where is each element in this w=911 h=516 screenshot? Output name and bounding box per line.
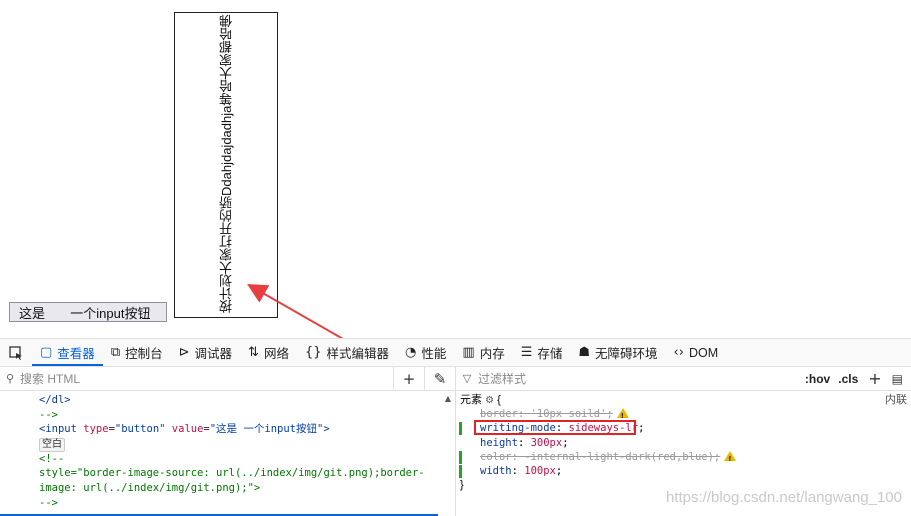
tab-label: 性能 (421, 347, 447, 361)
changed-marker (459, 450, 462, 464)
eyedropper-icon[interactable]: ✎ (424, 367, 455, 390)
changed-marker (459, 464, 462, 478)
tab-debugger[interactable]: ⊳ 调试器 (171, 339, 240, 366)
html-panel: ⚲ 搜索 HTML + ✎ ▲ </dl> --> <input type="b… (0, 367, 456, 516)
vertical-text-box: 按计划大家打开的骄Ddahjdajdadhja等哈大家都哈佛 (174, 12, 278, 318)
rules-filter-bar: ▽ 过滤样式 :hov .cls + ▤ (456, 367, 911, 391)
tab-dom[interactable]: ‹› DOM (666, 339, 727, 366)
tab-storage[interactable]: ☰ 存储 (513, 339, 571, 366)
tab-label: DOM (688, 345, 719, 360)
hov-toggle[interactable]: :hov (801, 372, 834, 386)
tree-line[interactable]: </dl> (39, 393, 455, 408)
search-icon: ⚲ (5, 372, 15, 385)
debugger-icon: ⊳ (178, 345, 190, 360)
page-input-button[interactable]: 这是 一个input按钮 (9, 302, 167, 322)
tree-line[interactable]: image: url(../index/img/git.png);"> (39, 481, 455, 496)
tab-network[interactable]: ⇅ 网络 (240, 339, 297, 366)
style-editor-icon: {} (304, 345, 322, 360)
rule-selector: 元素 ⚙ { (460, 394, 501, 406)
rules-list: 内联 元素 ⚙ { border: '10px soild'; writing-… (456, 391, 911, 492)
tree-line[interactable]: --> (39, 408, 455, 423)
rules-filter-input[interactable]: 过滤样式 (478, 370, 801, 387)
filter-icon: ▽ (462, 372, 472, 385)
memory-icon: ▥ (462, 345, 475, 360)
cls-toggle[interactable]: .cls (834, 372, 862, 386)
tree-line[interactable]: 空白 (39, 437, 455, 452)
tree-line[interactable]: style="border-image-source: url(../index… (39, 466, 455, 481)
tab-label: 控制台 (125, 347, 163, 361)
tab-label: 调试器 (194, 347, 233, 361)
console-icon: ⧉ (110, 345, 121, 360)
tab-style-editor[interactable]: {} 样式编辑器 (297, 339, 397, 366)
accessibility-icon: ☗ (578, 345, 591, 360)
tree-line[interactable]: --> (39, 496, 455, 511)
tab-inspector[interactable]: ▢ 查看器 (32, 339, 103, 366)
warning-icon (616, 408, 629, 423)
watermark: https://blog.csdn.net/langwang_100 (665, 489, 902, 506)
page-viewport: 按计划大家打开的骄Ddahjdajdadhja等哈大家都哈佛 这是 一个inpu… (0, 0, 911, 338)
gear-icon[interactable]: ⚙ (485, 395, 494, 406)
rule-declaration[interactable]: width: 100px; (456, 464, 911, 478)
tab-performance[interactable]: ◔ 性能 (397, 339, 454, 366)
tree-line[interactable]: <!-- (39, 452, 455, 467)
rule-declaration-writing-mode[interactable]: writing-mode: sideways-lr; (456, 420, 911, 436)
inspector-icon: ▢ (40, 345, 53, 360)
element-picker-icon[interactable] (0, 339, 32, 366)
add-node-icon[interactable]: + (393, 367, 424, 390)
tab-label: 网络 (263, 347, 289, 361)
rules-panel: ▽ 过滤样式 :hov .cls + ▤ 内联 元素 ⚙ { border: '… (456, 367, 911, 516)
vertical-text: 按计划大家打开的骄Ddahjdajdadhja等哈大家都哈佛 (219, 14, 234, 313)
tree-line-input[interactable]: <input type="button" value="这是 一个input按钮… (39, 422, 455, 437)
whitespace-badge: 空白 (39, 437, 65, 452)
rule-declaration[interactable]: border: '10px soild'; (456, 407, 911, 423)
rule-declaration[interactable]: color: -internal-light-dark(red,blue); (456, 450, 911, 466)
html-tree: </dl> --> <input type="button" value="这是… (0, 391, 455, 510)
devtools-toolbar: ▢ 查看器 ⧉ 控制台 ⊳ 调试器 ⇅ 网络 {} 样式编辑器 ◔ 性能 ▥ 内… (0, 338, 911, 367)
storage-icon: ☰ (520, 345, 533, 360)
changed-marker (459, 422, 462, 436)
network-icon: ⇅ (248, 345, 259, 360)
add-rule-icon[interactable]: + (862, 369, 887, 388)
html-search-input[interactable]: 搜索 HTML (20, 370, 393, 387)
tab-label: 存储 (537, 347, 563, 361)
print-media-icon[interactable]: ▤ (888, 372, 911, 386)
tab-accessibility[interactable]: ☗ 无障碍环境 (570, 339, 665, 366)
warning-icon (724, 450, 737, 466)
tab-console[interactable]: ⧉ 控制台 (103, 339, 171, 366)
dom-icon: ‹› (673, 345, 684, 360)
html-search-bar: ⚲ 搜索 HTML + ✎ (0, 367, 455, 391)
tab-label: 无障碍环境 (595, 347, 658, 361)
tab-memory[interactable]: ▥ 内存 (454, 339, 512, 366)
tab-label: 样式编辑器 (326, 347, 390, 361)
tab-label: 查看器 (57, 347, 95, 361)
performance-icon: ◔ (405, 345, 417, 360)
tab-label: 内存 (479, 347, 505, 361)
rule-declaration[interactable]: height: 300px; (456, 436, 911, 450)
